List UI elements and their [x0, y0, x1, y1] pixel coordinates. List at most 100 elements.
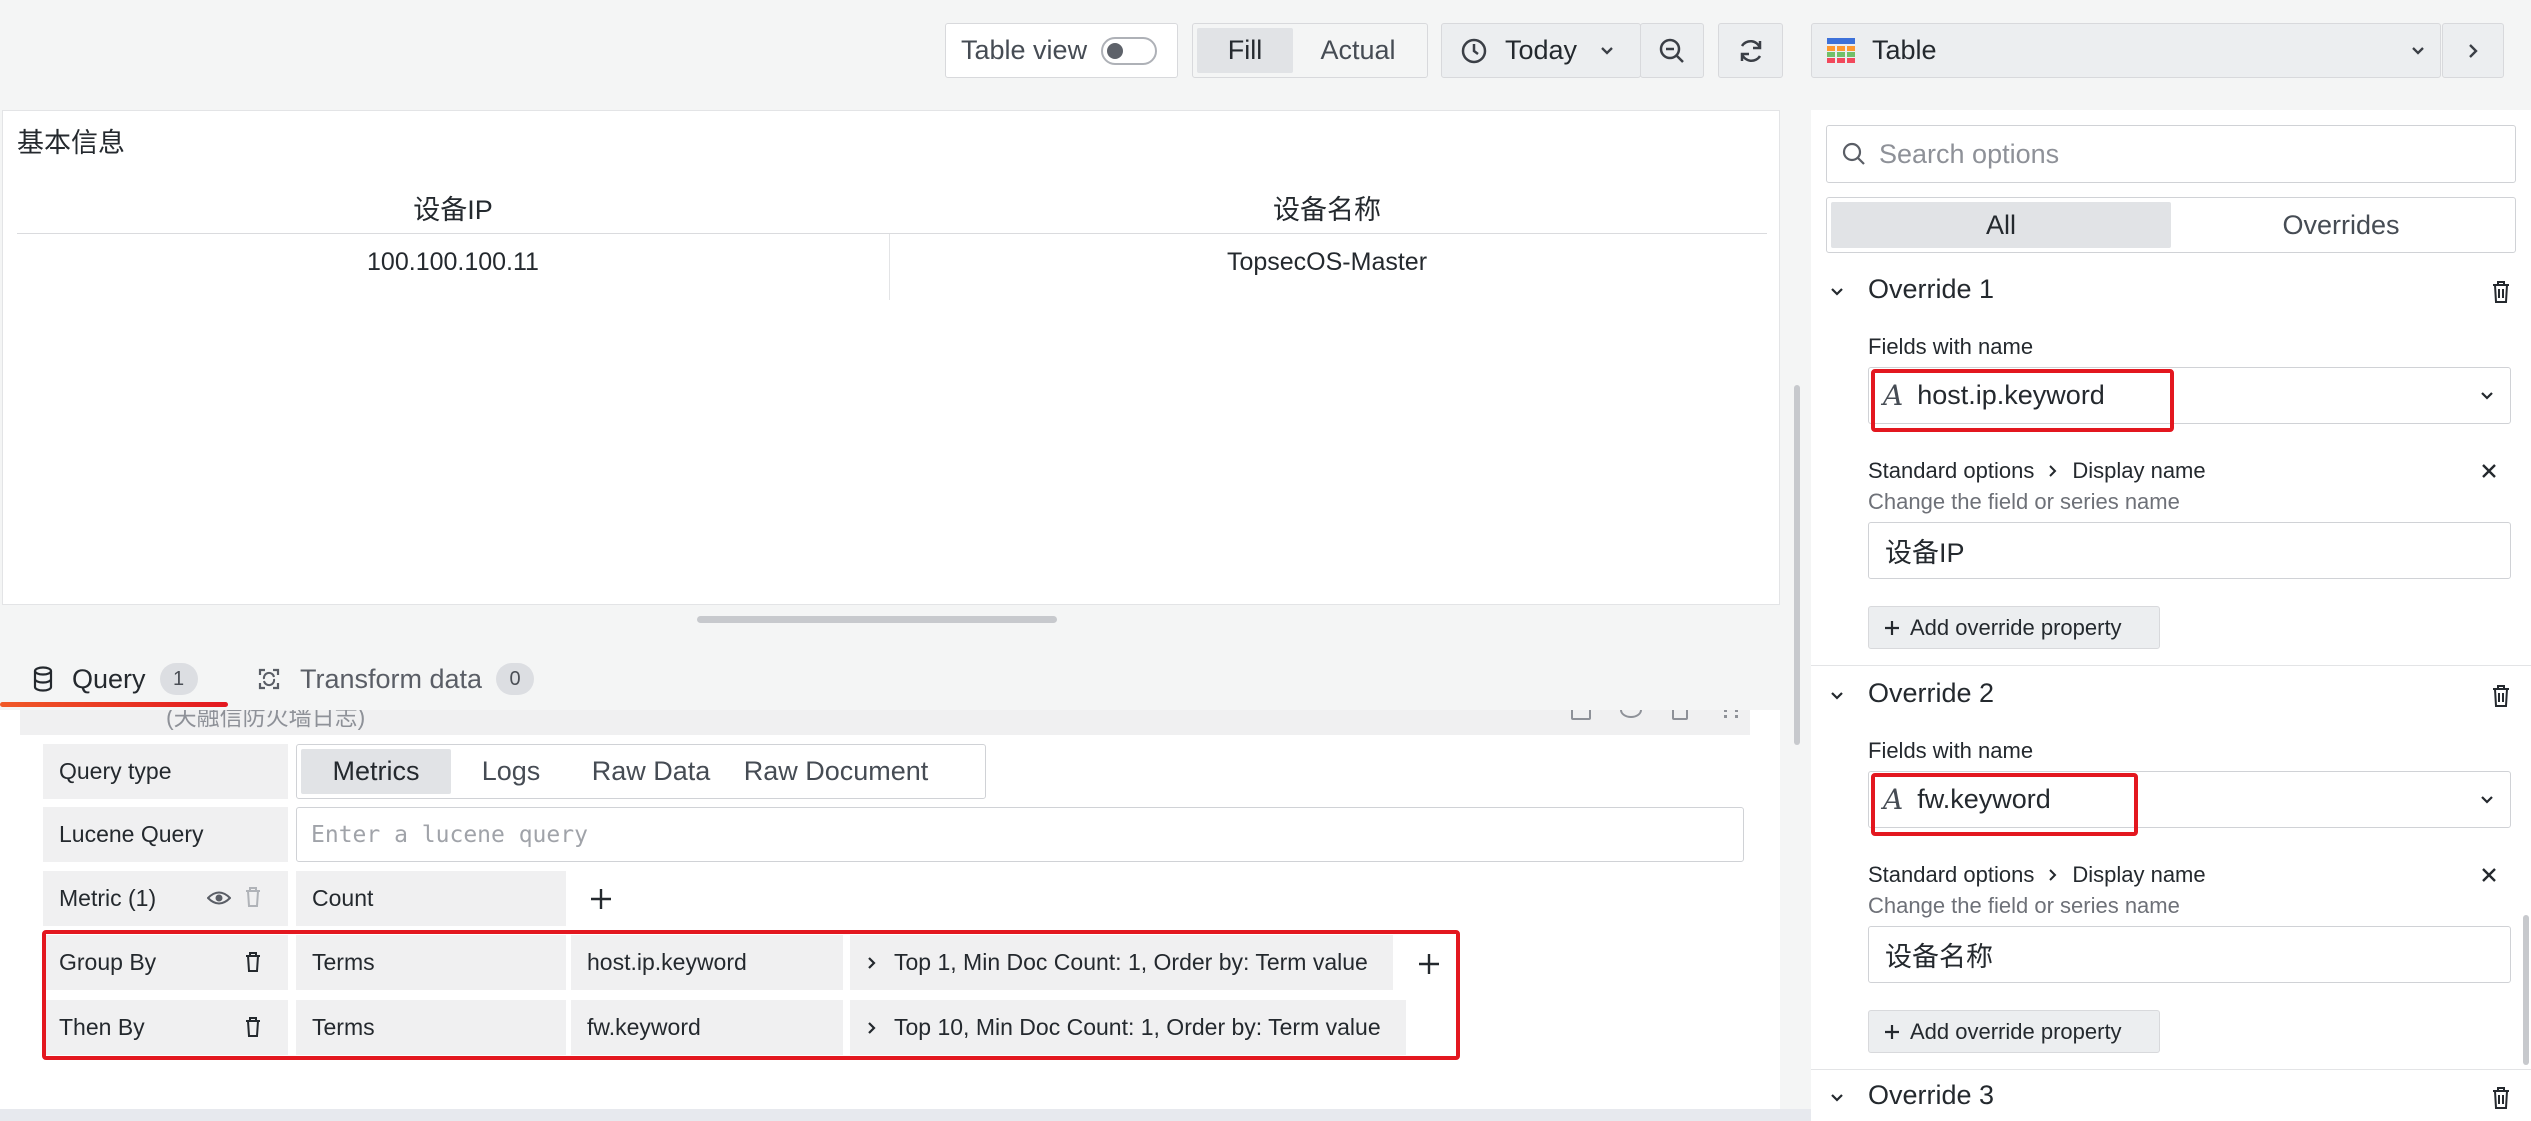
- search-options-placeholder: Search options: [1879, 138, 2060, 169]
- plus-icon: [1884, 1024, 1900, 1040]
- query-row-actions: [1542, 710, 1742, 722]
- override-2-property-path: Standard options Display name: [1868, 862, 2206, 888]
- actual-label: Actual: [1320, 35, 1396, 65]
- chevron-right-icon: [2048, 868, 2058, 882]
- close-icon[interactable]: [2480, 866, 2498, 884]
- query-type-raw-document[interactable]: Raw Document: [731, 749, 941, 794]
- refresh-button[interactable]: [1718, 23, 1783, 78]
- chevron-down-icon[interactable]: [1829, 1091, 1845, 1105]
- table-header-name[interactable]: 设备名称: [889, 188, 1765, 227]
- add-metric-icon[interactable]: [590, 888, 612, 910]
- override-1-property-desc: Change the field or series name: [1868, 489, 2180, 514]
- tab-all[interactable]: All: [1831, 202, 2171, 248]
- tab-overrides[interactable]: Overrides: [2171, 202, 2511, 248]
- tab-query[interactable]: Query 1: [0, 650, 228, 708]
- transform-icon: [256, 666, 282, 692]
- override-2-add-property-button[interactable]: Add override property: [1868, 1010, 2160, 1053]
- options-scrollbar[interactable]: [2523, 915, 2529, 1065]
- editor-scrollbar[interactable]: [1794, 385, 1800, 745]
- delete-query-icon[interactable]: [1672, 710, 1688, 720]
- then-by-type-select[interactable]: Terms: [296, 1000, 566, 1055]
- override-3-title[interactable]: Override 3: [1868, 1080, 1994, 1111]
- tab-transform[interactable]: Transform data 0: [256, 650, 566, 708]
- lucene-query-input[interactable]: Enter a lucene query: [296, 807, 1744, 862]
- add-override-property-label: Add override property: [1910, 1018, 2122, 1044]
- query-type-metrics-label: Metrics: [332, 756, 420, 786]
- plus-icon: [1884, 620, 1900, 636]
- override-2-display-name-value: 设备名称: [1885, 942, 1993, 972]
- trash-icon[interactable]: [244, 1016, 262, 1038]
- override-2-field-select[interactable]: A fw.keyword: [1868, 771, 2511, 828]
- override-1-add-property-button[interactable]: Add override property: [1868, 606, 2160, 649]
- then-by-settings[interactable]: Top 10, Min Doc Count: 1, Order by: Term…: [850, 1000, 1406, 1055]
- override-2-display-name-input[interactable]: 设备名称: [1868, 926, 2511, 983]
- time-picker-button[interactable]: Today: [1441, 23, 1641, 78]
- chevron-down-icon: [2479, 389, 2495, 403]
- toggle-switch[interactable]: [1101, 36, 1158, 65]
- group-by-settings[interactable]: Top 1, Min Doc Count: 1, Order by: Term …: [850, 935, 1393, 990]
- close-icon[interactable]: [2480, 462, 2498, 480]
- actual-button[interactable]: Actual: [1293, 28, 1423, 73]
- drag-handle-icon[interactable]: [1724, 710, 1738, 718]
- trash-icon[interactable]: [244, 886, 262, 908]
- metric-label: Metric (1): [59, 885, 157, 911]
- metric-type-select[interactable]: Count: [296, 871, 566, 926]
- override-1-title[interactable]: Override 1: [1868, 274, 1994, 305]
- fill-actual-group: Fill Actual: [1192, 23, 1428, 78]
- add-group-by-icon[interactable]: [1418, 953, 1440, 975]
- table-view-label: Table view: [961, 35, 1088, 65]
- override-2-fields-label: Fields with name: [1868, 738, 2034, 763]
- toggle-query-icon[interactable]: [1620, 710, 1642, 718]
- lucene-query-placeholder: Enter a lucene query: [311, 821, 588, 848]
- options-tab-group: All Overrides: [1826, 197, 2516, 253]
- zoom-out-button[interactable]: [1640, 23, 1704, 78]
- eye-icon[interactable]: [207, 888, 231, 908]
- query-type-raw-data[interactable]: Raw Data: [571, 749, 731, 794]
- search-options-input[interactable]: Search options: [1826, 125, 2516, 183]
- override-2-title[interactable]: Override 2: [1868, 678, 1994, 709]
- tab-all-label: All: [1985, 209, 2016, 240]
- override-1-field-select[interactable]: A host.ip.keyword: [1868, 367, 2511, 424]
- collapse-options-button[interactable]: [2442, 23, 2504, 78]
- group-by-field-select[interactable]: host.ip.keyword: [571, 935, 843, 990]
- chevron-down-icon: [1599, 43, 1615, 59]
- query-editor: (天融信防火墙日志) Query type Metrics Logs Raw D…: [0, 710, 1780, 1121]
- then-by-field-select[interactable]: fw.keyword: [571, 1000, 843, 1055]
- trash-icon[interactable]: [2491, 684, 2511, 708]
- group-by-label: Group By: [59, 949, 157, 975]
- duplicate-query-icon[interactable]: [1571, 710, 1591, 720]
- table-header-ip[interactable]: 设备IP: [17, 188, 889, 227]
- refresh-icon: [1736, 36, 1766, 66]
- chevron-right-icon: [866, 955, 878, 971]
- panel-resize-handle[interactable]: [697, 616, 1057, 623]
- override-1-property-path: Standard options Display name: [1868, 458, 2206, 484]
- group-by-type-select[interactable]: Terms: [296, 935, 566, 990]
- metric-label-cell: Metric (1): [43, 871, 288, 926]
- time-range-label: Today: [1505, 35, 1578, 65]
- tab-transform-label: Transform data: [300, 663, 483, 694]
- override-2-field-name: fw.keyword: [1917, 784, 2051, 814]
- visualization-picker[interactable]: Table: [1811, 23, 2441, 78]
- trash-icon[interactable]: [244, 951, 262, 973]
- chevron-down-icon[interactable]: [1829, 689, 1845, 703]
- chevron-right-icon: [866, 1020, 878, 1036]
- table-view-toggle[interactable]: Table view: [945, 23, 1178, 78]
- query-type-metrics[interactable]: Metrics: [301, 749, 451, 794]
- chevron-down-icon: [2479, 793, 2495, 807]
- query-type-logs-label: Logs: [481, 756, 541, 786]
- query-count-badge: 1: [159, 663, 198, 695]
- fill-button[interactable]: Fill: [1197, 28, 1293, 73]
- tab-query-label: Query: [72, 663, 146, 694]
- trash-icon[interactable]: [2491, 1086, 2511, 1110]
- chevron-down-icon[interactable]: [1829, 285, 1845, 299]
- override-1-display-name-value: 设备IP: [1885, 538, 1965, 568]
- override-1-fields-label: Fields with name: [1868, 334, 2034, 359]
- query-type-logs[interactable]: Logs: [451, 749, 571, 794]
- override-2: Override 2 Fields with name A fw.keyword…: [1811, 669, 2531, 1069]
- override-1-display-name-input[interactable]: 设备IP: [1868, 522, 2511, 579]
- table-icon: [1826, 37, 1856, 65]
- transform-count-badge: 0: [496, 663, 535, 695]
- database-icon: [32, 666, 54, 692]
- string-field-icon: A: [1883, 783, 1904, 816]
- trash-icon[interactable]: [2491, 280, 2511, 304]
